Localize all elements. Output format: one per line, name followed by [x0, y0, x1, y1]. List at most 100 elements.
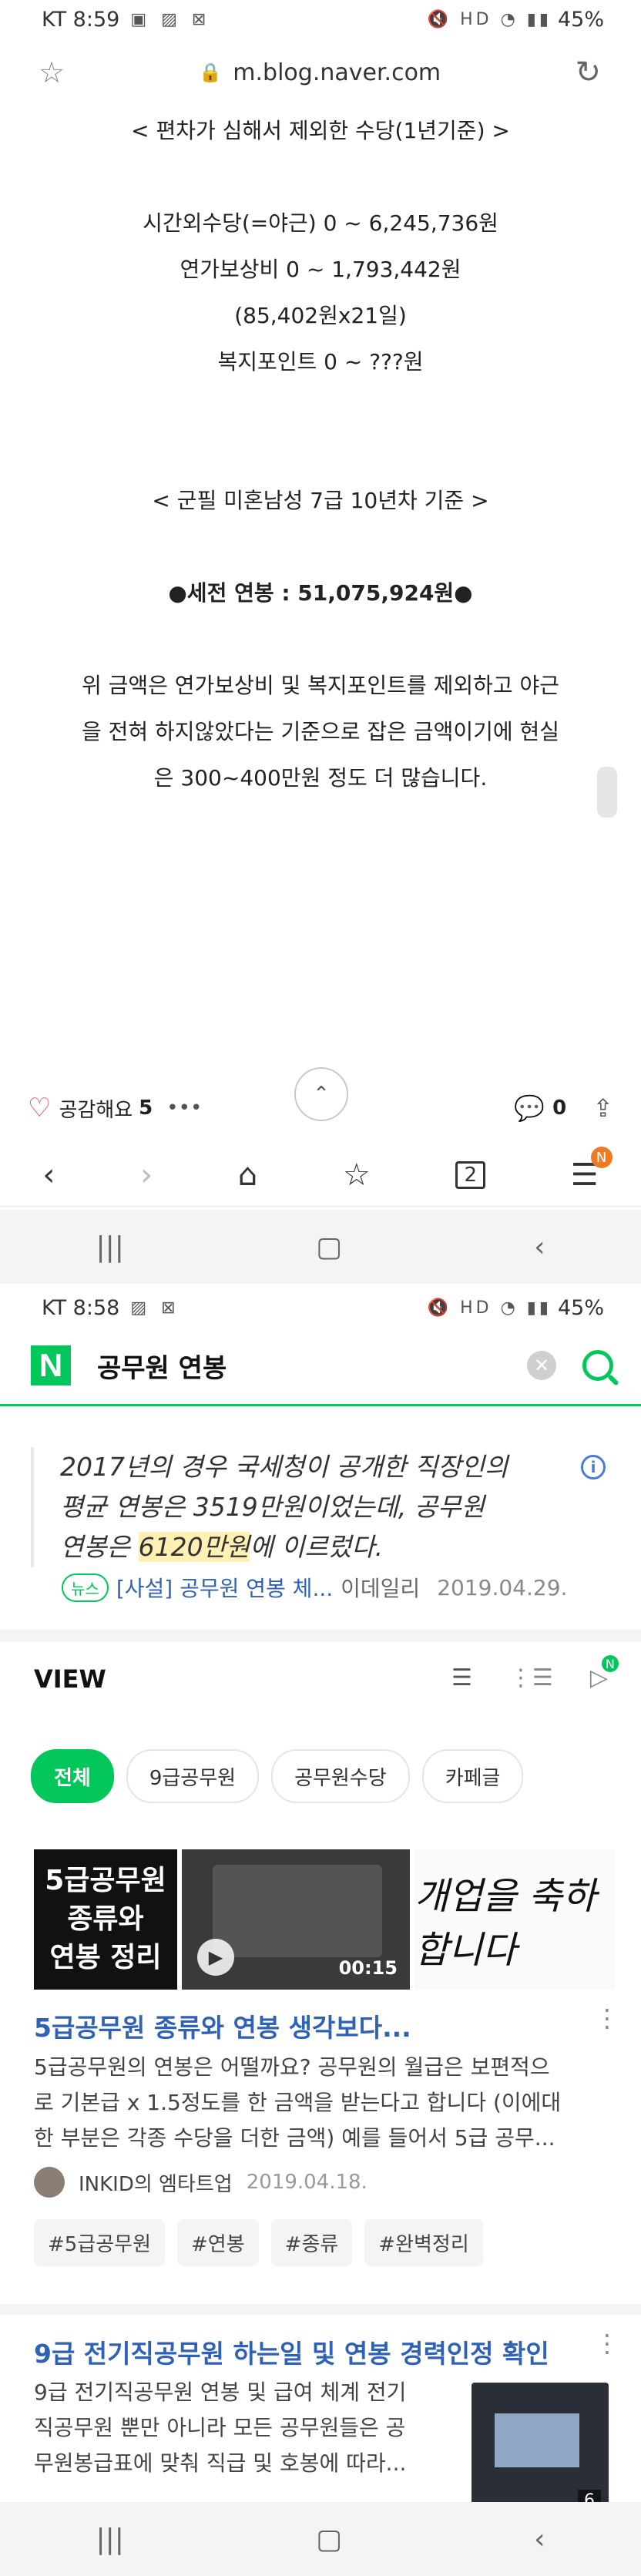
section-divider	[0, 2304, 641, 2315]
thumbnail-image[interactable]: 5급공무원 종류와 연봉 정리	[34, 1849, 177, 1990]
blog-line: 을 전혀 하지않았다는 기준으로 잡은 금액이기에 현실	[81, 719, 560, 744]
home-icon[interactable]: ⌂	[238, 1157, 257, 1193]
thumbnail-screen	[495, 2413, 579, 2467]
blog-line	[0, 385, 641, 432]
hashtag[interactable]: #완벽정리	[364, 2219, 483, 2266]
list-view-icon[interactable]: ☰	[451, 1664, 472, 1691]
excerpt-line: 직공무원 뿐만 아니라 모든 공무원들은 공	[34, 2415, 406, 2440]
video-duration: 00:15	[338, 1957, 398, 1979]
blog-line: (85,402원x21일)	[234, 303, 407, 328]
blog-line	[0, 524, 641, 570]
video-view-icon[interactable]: ▷ N	[590, 1655, 619, 1691]
recent-apps-icon[interactable]: |||	[96, 1231, 124, 1263]
snippet-line: 평균 연봉은 3519만원이었는데, 공무원	[60, 1492, 485, 1522]
blog-line: 은 300~400만원 정도 더 많습니다.	[153, 765, 488, 791]
tabs-icon[interactable]: 2	[455, 1161, 486, 1189]
avatar[interactable]	[34, 2167, 65, 2198]
menu-icon[interactable]: ☰ N	[571, 1147, 612, 1193]
video-thumbnail[interactable]: ▶ 00:15	[182, 1849, 410, 1990]
search-input[interactable]: 공무원 연봉	[97, 1347, 527, 1385]
filter-chip-all[interactable]: 전체	[31, 1749, 114, 1803]
url-field[interactable]: 🔒 m.blog.naver.com	[65, 59, 575, 86]
recent-apps-icon[interactable]: |||	[96, 2524, 124, 2555]
status-time: KT 8:58	[42, 1295, 120, 1320]
blog-line: < 편차가 심해서 제외한 수당(1년기준) >	[131, 118, 510, 143]
status-bar-top: KT 8:59 ▣ ▨ ⊠ 🔇 HD ◔ ▮▮ 45%	[0, 0, 641, 39]
source-link[interactable]: [사설] 공무원 연봉 체...	[116, 1572, 333, 1603]
filter-chips: 전체 9급공무원 공무원수당 카페글	[31, 1749, 524, 1803]
more-vertical-icon[interactable]: ⋮	[595, 2329, 619, 2358]
blog-line: < 군필 미혼남성 7급 10년차 기준 >	[152, 488, 489, 513]
excerpt-line: 무원봉급표에 맞춰 직급 및 호봉에 따라...	[34, 2450, 407, 2476]
blog-line: 시간외수당(=야근) 0 ~ 6,245,736원	[143, 210, 498, 236]
view-new-badge: N	[601, 1655, 619, 1672]
browser-toolbar: ‹ › ⌂ ☆ 2 ☰ N	[0, 1144, 641, 1207]
heart-icon[interactable]: ♡	[28, 1093, 51, 1123]
blog-line: 복지포인트 0 ~ ???원	[217, 349, 424, 374]
filter-chip[interactable]: 공무원수당	[271, 1749, 410, 1803]
bookmarks-icon[interactable]: ☆	[343, 1157, 371, 1193]
filter-chip[interactable]: 9급공무원	[126, 1749, 260, 1803]
post-author[interactable]: INKID의 엠타트업	[79, 2168, 233, 2197]
play-icon[interactable]: ▶	[197, 1939, 234, 1976]
hashtag[interactable]: #연봉	[177, 2219, 259, 2266]
home-button-icon[interactable]: ▢	[316, 2524, 342, 2555]
like-label[interactable]: 공감해요	[59, 1094, 133, 1123]
excerpt-line: 9급 전기직공무원 연봉 및 급여 체계 전기	[34, 2380, 407, 2405]
snippet-highlight: 6120만원	[138, 1532, 250, 1562]
snippet-line: 연봉은 6120만원에 이르렀다.	[60, 1527, 610, 1567]
post-excerpt: 5급공무원의 연봉은 어떨까요? 공무원의 월급은 보편적으 로 기본급 x 1…	[34, 2050, 604, 2156]
video-frame	[213, 1865, 382, 1957]
reload-icon[interactable]: ↻	[575, 55, 601, 90]
publisher: 이데일리	[341, 1576, 421, 1601]
post-thumbnail[interactable]: 6	[472, 2383, 609, 2518]
forward-icon[interactable]: ›	[140, 1157, 153, 1193]
filter-chip[interactable]: 카페글	[421, 1749, 524, 1803]
nav-back-icon[interactable]: ‹	[534, 2524, 545, 2555]
thumbnail-image[interactable]: 개업을 축하합니다	[414, 1849, 615, 1990]
scroll-top-button[interactable]: ⌃	[294, 1067, 348, 1121]
blog-line	[0, 154, 641, 200]
system-icons: 🔇 HD ◔ ▮▮	[427, 1298, 552, 1318]
source-date: 2019.04.29.	[437, 1574, 568, 1600]
news-badge: 뉴스	[62, 1573, 109, 1602]
url-text: m.blog.naver.com	[233, 59, 441, 86]
scrollbar-thumb[interactable]	[597, 767, 617, 818]
post-excerpt: 9급 전기직공무원 연봉 및 급여 체계 전기 직공무원 뿐만 아니라 모든 공…	[34, 2375, 450, 2481]
back-icon[interactable]: ‹	[42, 1157, 55, 1193]
naver-logo-icon[interactable]: N	[31, 1345, 71, 1385]
comment-icon[interactable]: 💬	[514, 1093, 545, 1123]
nav-back-icon[interactable]: ‹	[534, 1231, 545, 1263]
compact-view-icon[interactable]: ⋮☰	[509, 1664, 553, 1691]
lock-icon: 🔒	[199, 62, 223, 83]
more-icon[interactable]: •••	[166, 1097, 202, 1120]
post-meta: INKID의 엠타트업 2019.04.18.	[34, 2167, 367, 2198]
like-count: 5	[139, 1097, 153, 1120]
chevron-up-icon: ⌃	[313, 1083, 330, 1106]
status-bar-bottom: KT 8:58 ▨ ⊠ 🔇 HD ◔ ▮▮ 45%	[0, 1288, 641, 1327]
snippet-quote: 2017년의 경우 국세청이 공개한 직장인의 평균 연봉은 3519만원이었는…	[31, 1447, 610, 1567]
thumbnail-text: 종류와	[67, 1903, 144, 1935]
blog-line: 연가보상비 0 ~ 1,793,442원	[180, 257, 461, 282]
clear-icon[interactable]: ✕	[527, 1351, 556, 1380]
bookmark-star-icon[interactable]: ☆	[39, 55, 65, 89]
status-time: KT 8:59	[42, 7, 120, 32]
view-section-title: VIEW	[34, 1664, 106, 1694]
home-button-icon[interactable]: ▢	[316, 1231, 342, 1263]
more-vertical-icon[interactable]: ⋮	[595, 2003, 619, 2033]
search-icon[interactable]	[582, 1350, 613, 1381]
notification-icons: ▣ ▨ ⊠	[130, 9, 211, 29]
system-icons: 🔇 HD ◔ ▮▮	[427, 9, 552, 29]
snippet-text: 연봉은	[60, 1532, 139, 1562]
view-mode-toggles: ☰ ⋮☰ ▷ N	[451, 1655, 619, 1691]
share-icon[interactable]: ⇪	[592, 1093, 613, 1123]
post-title[interactable]: 9급 전기직공무원 하는일 및 연봉 경력인정 확인	[34, 2333, 549, 2370]
post-title[interactable]: 5급공무원 종류와 연봉 생각보다...	[34, 2007, 411, 2044]
hashtag[interactable]: #5급공무원	[34, 2219, 166, 2266]
info-icon[interactable]: i	[581, 1455, 606, 1479]
thumbnail-text: 5급공무원	[45, 1865, 166, 1896]
post-date: 2019.04.18.	[246, 2171, 367, 2194]
system-nav-bar-bottom: ||| ▢ ‹	[0, 2502, 641, 2576]
hashtag[interactable]: #종류	[270, 2219, 353, 2266]
blog-line: ●세전 연봉 : 51,075,924원●	[168, 580, 473, 606]
